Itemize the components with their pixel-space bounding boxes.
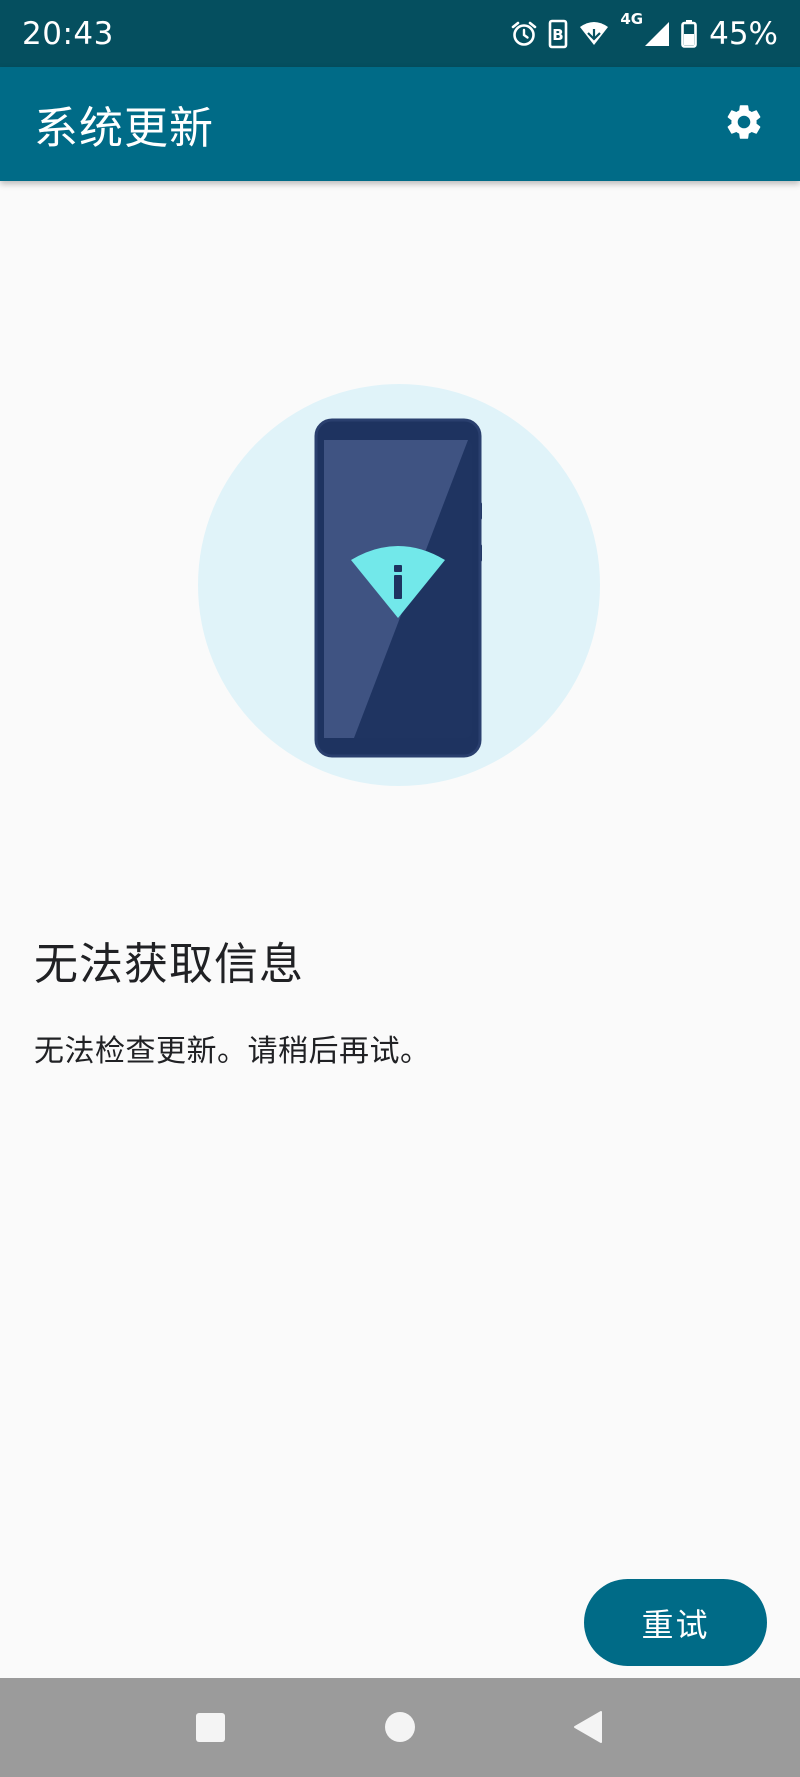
app-bar: 系统更新 bbox=[0, 67, 800, 181]
error-message: 无法检查更新。请稍后再试。 bbox=[34, 1034, 431, 1069]
alarm-icon bbox=[510, 20, 538, 48]
back-icon[interactable] bbox=[573, 1710, 603, 1744]
gear-icon bbox=[723, 101, 765, 147]
battery-icon bbox=[681, 19, 697, 48]
error-heading: 无法获取信息 bbox=[34, 939, 304, 990]
status-time: 20:43 bbox=[22, 15, 114, 52]
update-error-illustration bbox=[198, 384, 600, 786]
wifi-icon bbox=[578, 21, 610, 47]
data-saver-icon: B bbox=[548, 19, 568, 49]
status-icons: B 4G 45% bbox=[510, 10, 778, 52]
cellular-indicator: 4G bbox=[620, 10, 671, 48]
settings-button[interactable] bbox=[716, 96, 772, 152]
battery-percent: 45% bbox=[709, 15, 778, 52]
home-icon[interactable] bbox=[385, 1712, 415, 1742]
navigation-bar bbox=[0, 1678, 800, 1777]
status-bar: 20:43 B 4G 45% bbox=[0, 0, 800, 67]
svg-text:B: B bbox=[553, 26, 564, 44]
recents-icon[interactable] bbox=[196, 1713, 225, 1742]
page-title: 系统更新 bbox=[34, 103, 214, 154]
cellular-signal-icon bbox=[643, 20, 671, 48]
retry-button[interactable]: 重试 bbox=[584, 1579, 767, 1666]
signal-type-label: 4G bbox=[620, 9, 644, 28]
